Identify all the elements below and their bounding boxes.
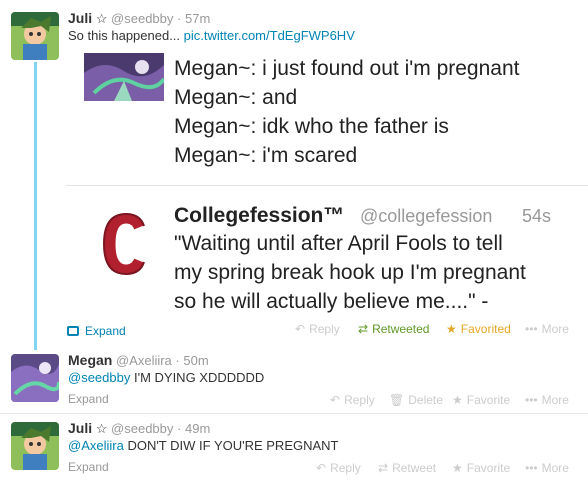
embedded-chat-line: Megan~: idk who the father is <box>174 115 449 138</box>
reply-icon: ↶ <box>316 461 327 475</box>
more-button[interactable]: ••• More <box>525 461 569 475</box>
favorite-button[interactable]: ★ Favorited <box>446 322 511 336</box>
retweet-icon: ⇄ <box>378 461 389 475</box>
tweet-text: So this happened... pic.twitter.com/TdEg… <box>68 28 355 43</box>
star-icon: ☆ <box>95 11 108 26</box>
expand-link[interactable]: Expand <box>68 392 109 406</box>
retweet-icon: ⇄ <box>358 322 369 336</box>
tweet-text-body: I'M DYING XDDDDDD <box>130 370 265 385</box>
expand-link[interactable]: Expand <box>68 460 109 474</box>
collegefession-logo <box>96 208 152 280</box>
more-label: More <box>541 393 569 407</box>
tweet-separator <box>0 413 588 414</box>
retweet-button[interactable]: ⇄ Retweet <box>378 461 436 475</box>
tweet-text: @seedbby I'M DYING XDDDDDD <box>68 370 264 385</box>
favorite-button[interactable]: ★ Favorite <box>452 393 510 407</box>
tweet-text-body: DON'T DIW IF YOU'RE PREGNANT <box>123 438 339 453</box>
embedded-divider <box>66 185 588 186</box>
quoted-text-line: so he will actually believe me...." - <box>174 290 489 313</box>
trash-icon: 🗑 <box>389 393 405 407</box>
timestamp[interactable]: 49m <box>185 421 210 436</box>
expand-link[interactable]: Expand <box>67 324 126 338</box>
timestamp-separator: · <box>177 11 182 26</box>
mention-link[interactable]: @Axeliira <box>68 438 124 453</box>
tweet-text-body: So this happened... <box>68 28 184 43</box>
avatar-juli[interactable] <box>11 422 59 470</box>
embedded-chat-line: Megan~: i'm scared <box>174 144 358 167</box>
delete-label: Delete <box>408 393 443 407</box>
mention-link[interactable]: @seedbby <box>68 370 130 385</box>
conversation-thread-line <box>34 62 37 350</box>
star-icon: ★ <box>452 393 463 407</box>
quoted-user-handle: @collegefession <box>360 206 493 226</box>
user-name[interactable]: Juli <box>68 10 92 26</box>
quoted-timestamp: 54s <box>522 206 552 226</box>
favorite-label: Favorite <box>466 461 511 475</box>
tweet-header: Juli ☆ @seedbby · 57m <box>68 10 210 27</box>
quoted-text-line: my spring break hook up I'm pregnant <box>174 261 526 284</box>
timestamp[interactable]: 50m <box>183 353 208 368</box>
more-label: More <box>541 461 569 475</box>
more-dots-icon: ••• <box>525 322 538 336</box>
quoted-text-line: "Waiting until after April Fools to tell <box>174 232 503 255</box>
more-button[interactable]: ••• More <box>525 393 569 407</box>
reply-icon: ↶ <box>295 322 306 336</box>
user-handle[interactable]: @seedbby <box>111 11 173 26</box>
more-dots-icon: ••• <box>525 393 538 407</box>
embedded-image-thumbnail[interactable] <box>84 53 164 101</box>
more-label: More <box>541 322 569 336</box>
reply-icon: ↶ <box>330 393 341 407</box>
reply-button[interactable]: ↶ Reply <box>316 461 361 475</box>
quoted-user-name: Collegefession™ <box>174 204 345 227</box>
embedded-chat-line: Megan~: and <box>174 86 298 109</box>
reply-button[interactable]: ↶ Reply <box>295 322 340 336</box>
timestamp[interactable]: 57m <box>185 11 210 26</box>
embedded-chat-line: Megan~: i just found out i'm pregnant <box>174 57 520 80</box>
star-icon: ☆ <box>95 421 108 436</box>
reply-label: Reply <box>330 461 361 475</box>
tweet-text: @Axeliira DON'T DIW IF YOU'RE PREGNANT <box>68 438 339 453</box>
favorite-label: Favorited <box>460 322 511 336</box>
reply-label: Reply <box>309 322 340 336</box>
retweet-button[interactable]: ⇄ Retweeted <box>358 322 429 336</box>
avatar-juli[interactable] <box>11 12 59 60</box>
avatar-megan[interactable] <box>11 354 59 402</box>
favorite-button[interactable]: ★ Favorite <box>452 461 510 475</box>
favorite-label: Favorite <box>466 393 511 407</box>
user-name[interactable]: Megan <box>68 352 112 368</box>
retweet-label: Retweet <box>392 461 437 475</box>
star-icon: ★ <box>452 461 463 475</box>
timestamp-separator: · <box>177 421 182 436</box>
retweet-label: Retweeted <box>372 322 430 336</box>
more-dots-icon: ••• <box>525 461 538 475</box>
tweet-header: Juli ☆ @seedbby · 49m <box>68 420 210 437</box>
timestamp-separator: · <box>175 353 180 368</box>
expand-label: Expand <box>85 324 126 338</box>
tweet-header: Megan @Axeliira · 50m <box>68 352 209 368</box>
user-handle[interactable]: @seedbby <box>111 421 173 436</box>
star-icon: ★ <box>446 322 457 336</box>
delete-button[interactable]: 🗑 Delete <box>389 393 443 407</box>
media-link[interactable]: pic.twitter.com/TdEgFWP6HV <box>184 28 355 43</box>
user-handle[interactable]: @Axeliira <box>116 353 172 368</box>
user-name[interactable]: Juli <box>68 420 92 436</box>
reply-button[interactable]: ↶ Reply <box>330 393 375 407</box>
reply-label: Reply <box>344 393 375 407</box>
media-icon <box>67 326 79 336</box>
more-button[interactable]: ••• More <box>525 322 569 336</box>
